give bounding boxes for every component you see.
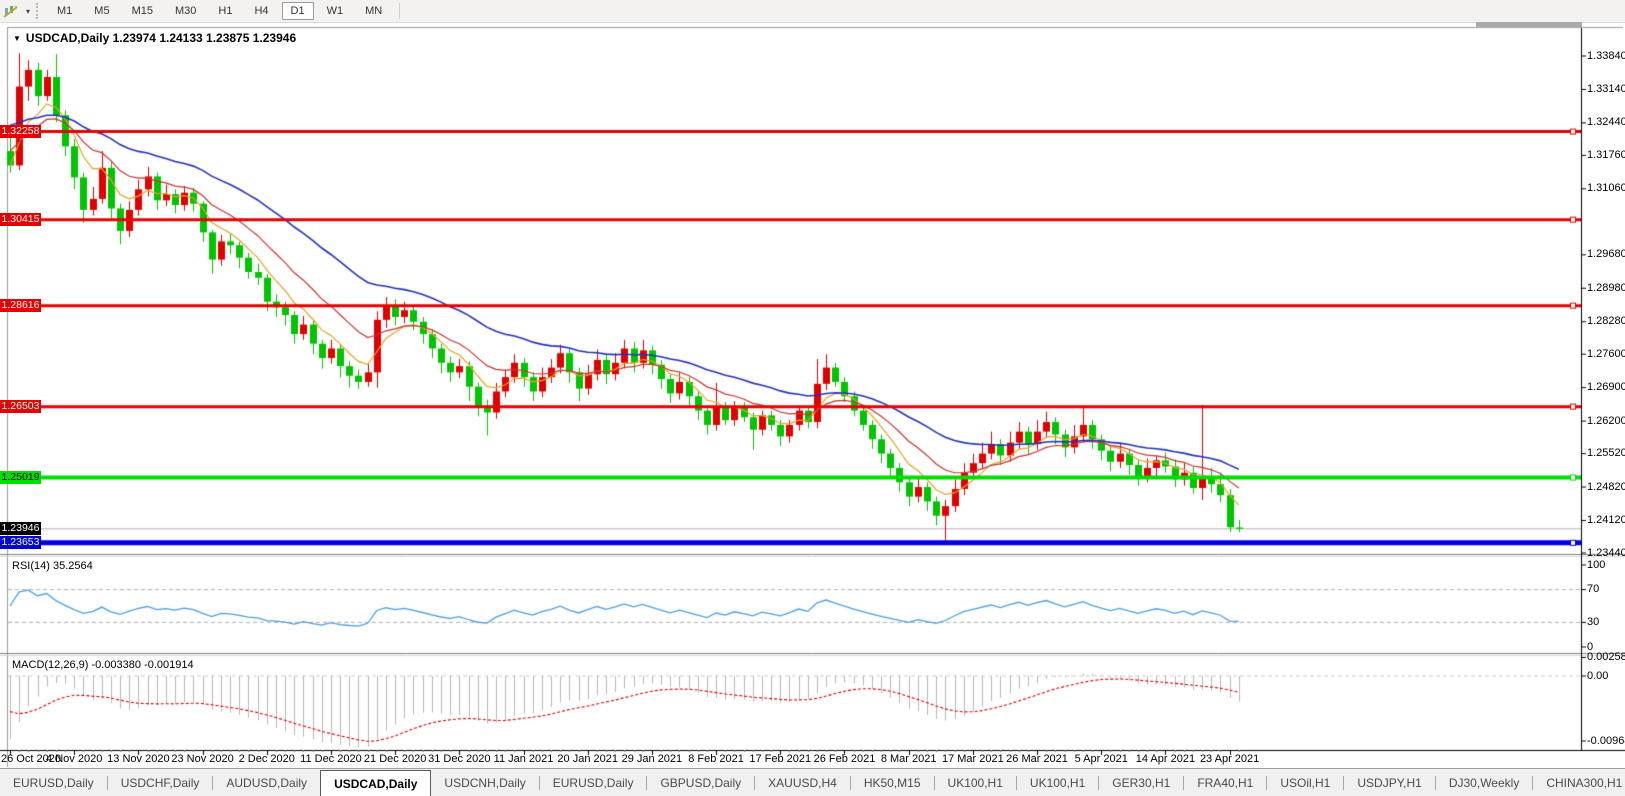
timeframe-button-mn[interactable]: MN xyxy=(356,2,391,20)
timeframe-button-h1[interactable]: H1 xyxy=(209,2,241,20)
chart-canvas[interactable] xyxy=(0,0,1625,796)
chart-title-text: USDCAD,Daily 1.23974 1.24133 1.23875 1.2… xyxy=(25,31,297,45)
price-axis-tick: 1.25520 xyxy=(1587,447,1625,460)
chart-mode-icon[interactable] xyxy=(3,4,19,18)
price-level-badge: 1.23653 xyxy=(0,536,41,550)
timeframe-button-row: M1 M5 M15 M30 H1 H4 D1 W1 MN xyxy=(46,2,393,20)
symbol-tab-uk100-h1[interactable]: UK100,H1 xyxy=(935,769,1016,796)
date-axis-label: 26 Feb 2021 xyxy=(813,753,876,765)
chart-horizontal-scrollbar[interactable] xyxy=(1476,22,1582,27)
symbol-tab-xauusd-h4[interactable]: XAUUSD,H4 xyxy=(755,769,850,796)
price-axis-tick: 1.31060 xyxy=(1587,182,1625,195)
chart-title: ▼ USDCAD,Daily 1.23974 1.24133 1.23875 1.… xyxy=(13,31,296,45)
rsi-axis-tick: 100 xyxy=(1587,558,1606,571)
timeframe-button-w1[interactable]: W1 xyxy=(318,2,353,20)
timeframe-button-m15[interactable]: M15 xyxy=(123,2,162,20)
date-axis-label: 2 Dec 2020 xyxy=(238,753,295,765)
symbol-tab-usoil-h1[interactable]: USOil,H1 xyxy=(1267,769,1343,796)
date-axis-label: 17 Feb 2021 xyxy=(749,753,812,765)
date-axis-label: 26 Mar 2021 xyxy=(1006,753,1068,765)
price-axis-tick: 1.28980 xyxy=(1587,281,1625,294)
price-axis-tick: 1.29680 xyxy=(1587,248,1625,261)
date-axis-label: 4 Nov 2020 xyxy=(46,753,103,765)
symbol-tab-bar: EURUSD,Daily USDCHF,Daily AUDUSD,Daily USDC… xyxy=(0,768,1625,796)
rsi-axis-tick: 30 xyxy=(1587,615,1600,628)
toolbar-grip-handle[interactable] xyxy=(36,3,39,19)
date-axis-label: 31 Dec 2020 xyxy=(428,753,491,765)
price-level-badge: 1.30415 xyxy=(0,213,41,227)
price-axis-tick: 1.31760 xyxy=(1587,148,1625,161)
symbol-tab-audusd-daily[interactable]: AUDUSD,Daily xyxy=(213,769,320,796)
price-axis-tick: 1.33140 xyxy=(1587,82,1625,95)
macd-axis-tick: 0.00258 xyxy=(1587,651,1625,663)
mt4-window: ▾ M1 M5 M15 M30 H1 H4 D1 W1 MN ▼ USDCAD,Daily 1.2… xyxy=(0,0,1625,796)
top-toolbar: ▾ M1 M5 M15 M30 H1 H4 D1 W1 MN xyxy=(0,0,1625,23)
symbol-tab-uk100-h1[interactable]: UK100,H1 xyxy=(1017,769,1098,796)
date-axis-label: 17 Mar 2021 xyxy=(941,753,1004,765)
date-axis-label: 8 Mar 2021 xyxy=(880,753,937,765)
macd-axis-tick: -0.009687 xyxy=(1587,734,1625,747)
symbol-tab-usdcad-daily[interactable]: USDCAD,Daily xyxy=(320,770,432,796)
price-axis-tick: 1.26900 xyxy=(1587,381,1625,394)
date-axis-label: 13 Nov 2020 xyxy=(107,753,170,765)
price-axis-tick: 1.24820 xyxy=(1587,480,1625,493)
price-level-badge: 1.25019 xyxy=(0,471,41,485)
timeframe-button-m1[interactable]: M1 xyxy=(48,2,81,20)
rsi-axis-tick: 70 xyxy=(1587,583,1600,596)
price-level-badge: 1.32258 xyxy=(0,125,41,139)
date-axis-label: 23 Nov 2020 xyxy=(171,753,234,765)
macd-indicator-label: MACD(12,26,9) -0.003380 -0.001914 xyxy=(12,659,194,671)
collapse-triangle-icon[interactable]: ▼ xyxy=(13,34,21,43)
date-axis-label: 5 Apr 2021 xyxy=(1074,753,1128,765)
symbol-tab-fra40-h1[interactable]: FRA40,H1 xyxy=(1184,769,1266,796)
price-axis-tick: 1.23440 xyxy=(1587,546,1625,559)
symbol-tab-gbpusd-daily[interactable]: GBPUSD,Daily xyxy=(647,769,754,796)
timeframe-button-m5[interactable]: M5 xyxy=(85,2,118,20)
date-axis-label: 11 Dec 2020 xyxy=(300,753,362,765)
rsi-indicator-label: RSI(14) 35.2564 xyxy=(12,560,93,572)
date-axis-label: 20 Jan 2021 xyxy=(557,753,618,765)
price-level-badge: 1.28616 xyxy=(0,299,41,313)
price-axis-tick: 1.24120 xyxy=(1587,514,1625,527)
date-axis-label: 8 Feb 2021 xyxy=(688,753,744,765)
symbol-tab-dj30-weekly[interactable]: DJ30,Weekly xyxy=(1436,769,1532,796)
symbol-tab-hk50-m15[interactable]: HK50,M15 xyxy=(851,769,934,796)
macd-axis-tick: 0.00 xyxy=(1587,669,1609,682)
timeframe-button-m30[interactable]: M30 xyxy=(166,2,205,20)
symbol-tab-eurusd-daily[interactable]: EURUSD,Daily xyxy=(0,769,107,796)
timeframe-button-d1[interactable]: D1 xyxy=(281,2,314,20)
symbol-tab-usdcnh-daily[interactable]: USDCNH,Daily xyxy=(431,769,538,796)
date-axis-label: 21 Dec 2020 xyxy=(363,753,427,765)
price-axis-tick: 1.27600 xyxy=(1587,347,1625,360)
price-level-badge: 1.26503 xyxy=(0,400,41,414)
current-price-badge: 1.23946 xyxy=(0,522,41,536)
chevron-down-icon[interactable]: ▾ xyxy=(26,7,30,16)
price-axis-tick: 1.32440 xyxy=(1587,116,1625,129)
date-axis-label: 11 Jan 2021 xyxy=(493,753,554,765)
toolbar-separator xyxy=(399,3,401,19)
date-axis-label: 29 Jan 2021 xyxy=(621,753,683,765)
symbol-tab-ger30-h1[interactable]: GER30,H1 xyxy=(1099,769,1183,796)
symbol-tab-usdchf-daily[interactable]: USDCHF,Daily xyxy=(108,769,213,796)
date-axis-label: 14 Apr 2021 xyxy=(1135,753,1196,765)
price-axis-tick: 1.33840 xyxy=(1587,49,1625,62)
symbol-tab-eurusd-daily[interactable]: EURUSD,Daily xyxy=(540,769,647,796)
price-axis-tick: 1.28280 xyxy=(1587,315,1625,328)
tabs-host: EURUSD,Daily USDCHF,Daily AUDUSD,Daily USDC… xyxy=(0,769,1625,796)
price-axis-tick: 1.26200 xyxy=(1587,414,1625,427)
symbol-tab-usdjpy-h1[interactable]: USDJPY,H1 xyxy=(1344,769,1434,796)
symbol-tab-china300-h1[interactable]: CHINA300,H1 xyxy=(1533,769,1625,796)
date-axis-label: 23 Apr 2021 xyxy=(1199,753,1260,765)
timeframe-button-h4[interactable]: H4 xyxy=(245,2,277,20)
